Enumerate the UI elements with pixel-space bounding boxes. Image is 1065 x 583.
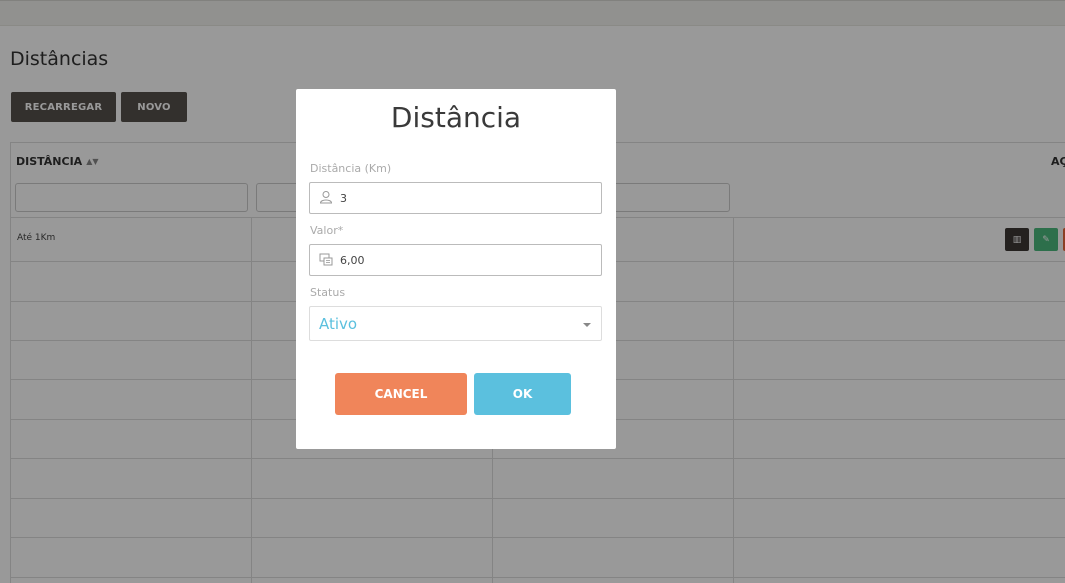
money-icon: [319, 253, 333, 266]
ok-button[interactable]: OK: [474, 373, 571, 415]
modal-title: Distância: [390, 101, 522, 134]
chevron-down-icon: [583, 323, 591, 327]
valor-input[interactable]: 6,00: [309, 244, 602, 276]
distance-modal: Distância Distância (Km) 3 Valor* 6,00 S…: [296, 89, 616, 449]
distancia-label: Distância (Km): [310, 162, 392, 175]
valor-value: 6,00: [340, 254, 365, 267]
status-value: Ativo: [319, 315, 358, 333]
distancia-value: 3: [340, 192, 347, 205]
cancel-button[interactable]: CANCEL: [335, 373, 467, 415]
status-select[interactable]: Ativo: [309, 306, 602, 341]
distancia-input[interactable]: 3: [309, 182, 602, 214]
user-icon: [319, 191, 333, 204]
valor-label: Valor*: [310, 224, 344, 237]
status-label: Status: [310, 286, 346, 299]
